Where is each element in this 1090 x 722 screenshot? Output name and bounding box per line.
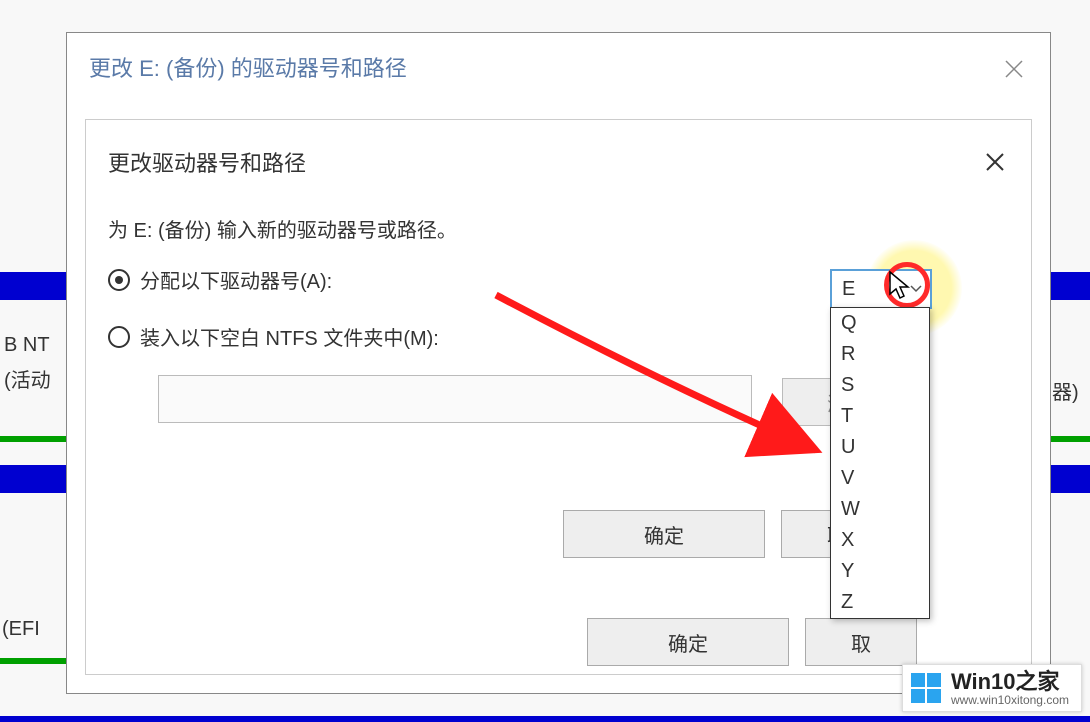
drive-option[interactable]: T: [831, 401, 929, 432]
watermark-title: Win10之家: [951, 671, 1069, 693]
inner-dialog: 更改驱动器号和路径 为 E: (备份) 输入新的驱动器号或路径。 分配以下驱动器…: [85, 119, 1032, 675]
drive-letter-value: E: [832, 278, 902, 301]
chevron-down-icon[interactable]: [902, 271, 930, 307]
radio-assign[interactable]: [108, 269, 130, 291]
drive-option[interactable]: X: [831, 525, 929, 556]
radio-mount[interactable]: [108, 326, 130, 348]
drive-option[interactable]: Q: [831, 308, 929, 339]
bg-partial-1: B NT: [4, 334, 50, 357]
drive-option[interactable]: R: [831, 339, 929, 370]
drive-option[interactable]: Z: [831, 587, 929, 618]
outer-dialog-title: 更改 E: (备份) 的驱动器号和路径: [67, 33, 1050, 93]
watermark: Win10之家 www.win10xitong.com: [902, 664, 1082, 712]
instruction-text: 为 E: (备份) 输入新的驱动器号或路径。: [86, 184, 1031, 251]
outer-dialog: 更改 E: (备份) 的驱动器号和路径 更改驱动器号和路径 为 E: (备份) …: [66, 32, 1051, 694]
watermark-url: www.win10xitong.com: [951, 693, 1069, 707]
drive-letter-dropdown[interactable]: Q R S T U V W X Y Z: [830, 307, 930, 619]
outer-ok-button[interactable]: 确定: [587, 618, 789, 666]
radio-mount-label: 装入以下空白 NTFS 文件夹中(M):: [140, 322, 439, 351]
drive-letter-combo[interactable]: E: [830, 269, 932, 309]
drive-option[interactable]: S: [831, 370, 929, 401]
mount-path-input[interactable]: [158, 375, 752, 423]
radio-assign-label: 分配以下驱动器号(A):: [140, 265, 332, 294]
inner-close-button[interactable]: [981, 148, 1009, 176]
drive-option[interactable]: Y: [831, 556, 929, 587]
drive-option[interactable]: V: [831, 463, 929, 494]
inner-dialog-title: 更改驱动器号和路径: [86, 120, 1031, 184]
drive-option[interactable]: U: [831, 432, 929, 463]
bg-partial-3: (EFI: [2, 618, 40, 641]
windows-logo-icon: [909, 671, 943, 705]
drive-option[interactable]: W: [831, 494, 929, 525]
inner-ok-button[interactable]: 确定: [563, 510, 765, 558]
outer-cancel-button[interactable]: 取: [805, 618, 917, 666]
bg-partial-4: 器): [1052, 376, 1079, 405]
outer-close-button[interactable]: [1000, 55, 1028, 83]
bg-partial-2: (活动: [4, 364, 51, 393]
